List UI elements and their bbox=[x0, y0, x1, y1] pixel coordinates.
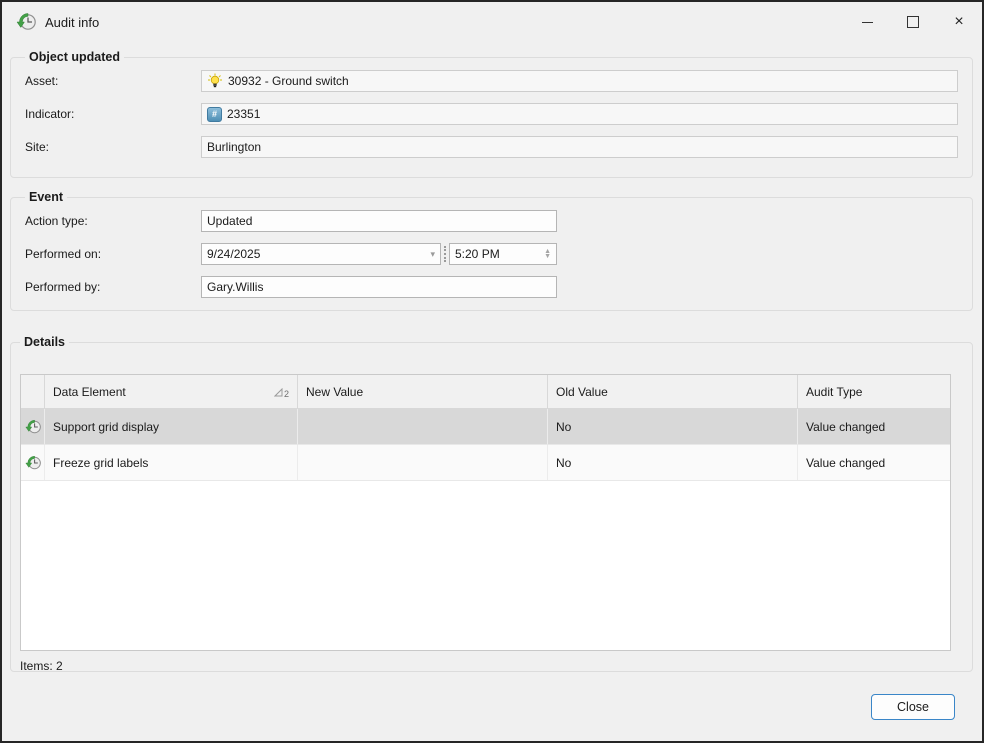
close-button[interactable]: Close bbox=[871, 693, 955, 720]
cell-audit-type: Value changed bbox=[806, 419, 886, 434]
header-audit-type[interactable]: Audit Type bbox=[798, 375, 950, 408]
row-icon-cell bbox=[21, 445, 45, 480]
asset-row: Asset: 30932 - Ground switch bbox=[25, 70, 958, 92]
close-window-button[interactable]: × bbox=[936, 2, 982, 42]
sort-ascending-icon: 2 bbox=[274, 387, 289, 399]
cell-new-value bbox=[298, 409, 548, 444]
audit-clock-icon bbox=[24, 455, 41, 469]
cell-audit-type: Value changed bbox=[806, 455, 886, 470]
dialog-footer: Close bbox=[2, 672, 982, 741]
site-field[interactable]: Burlington bbox=[201, 136, 958, 158]
performed-on-time-value: 5:20 PM bbox=[455, 247, 500, 261]
time-spinner[interactable]: ▲ ▼ bbox=[544, 248, 551, 260]
audit-clock-icon bbox=[24, 419, 41, 433]
sort-order-badge: 2 bbox=[283, 388, 289, 399]
header-new-value[interactable]: New Value bbox=[298, 375, 548, 408]
performed-on-row: Performed on: 9/24/2025 ▾ 5:20 PM ▲ ▼ bbox=[25, 243, 958, 265]
audit-info-dialog: Audit info × Object updated Asset: 30932… bbox=[0, 0, 984, 743]
table-row[interactable]: Freeze grid labels No Value changed bbox=[21, 445, 950, 481]
audit-clock-icon bbox=[16, 12, 36, 30]
object-updated-group: Object updated Asset: 30932 - Ground swi… bbox=[10, 50, 973, 178]
indicator-row: Indicator: # 23351 bbox=[25, 103, 958, 125]
site-row: Site: Burlington bbox=[25, 136, 958, 158]
performed-by-value: Gary.Willis bbox=[207, 280, 264, 294]
indicator-field[interactable]: # 23351 bbox=[201, 103, 958, 125]
event-group: Event Action type: Updated Performed on:… bbox=[10, 190, 973, 311]
row-icon-cell bbox=[21, 409, 45, 444]
cell-data-element: Support grid display bbox=[45, 409, 298, 444]
minimize-icon bbox=[861, 21, 873, 23]
details-legend: Details bbox=[24, 335, 65, 349]
performed-on-time-field[interactable]: 5:20 PM ▲ ▼ bbox=[449, 243, 557, 265]
site-value: Burlington bbox=[207, 140, 262, 154]
window-controls: × bbox=[844, 2, 982, 42]
asset-value: 30932 - Ground switch bbox=[228, 74, 349, 88]
details-grid: Data Element 2 New Value Old Value Audit… bbox=[20, 374, 951, 651]
close-icon: × bbox=[954, 13, 964, 30]
cell-old-value: No bbox=[548, 409, 798, 444]
maximize-icon bbox=[907, 16, 919, 28]
performed-on-date-field[interactable]: 9/24/2025 ▾ bbox=[201, 243, 441, 265]
event-legend: Event bbox=[29, 190, 64, 204]
header-data-element[interactable]: Data Element 2 bbox=[45, 375, 298, 408]
cell-old-value: No bbox=[548, 445, 798, 480]
action-type-row: Action type: Updated bbox=[25, 210, 958, 232]
items-count: Items: 2 bbox=[20, 659, 63, 673]
performed-on-date-value: 9/24/2025 bbox=[207, 247, 261, 261]
date-dropdown-icon[interactable]: ▾ bbox=[430, 249, 435, 260]
site-label: Site: bbox=[25, 140, 50, 154]
action-type-label: Action type: bbox=[25, 214, 88, 228]
minimize-button[interactable] bbox=[844, 2, 890, 42]
action-type-value: Updated bbox=[207, 214, 253, 228]
asset-label: Asset: bbox=[25, 74, 59, 88]
performed-by-row: Performed by: Gary.Willis bbox=[25, 276, 958, 298]
titlebar: Audit info × bbox=[2, 2, 982, 42]
indicator-label: Indicator: bbox=[25, 107, 75, 121]
hash-badge-icon: # bbox=[207, 106, 222, 122]
header-old-value[interactable]: Old Value bbox=[548, 375, 798, 408]
cell-data-element: Freeze grid labels bbox=[45, 445, 298, 480]
table-row[interactable]: Support grid display No Value changed bbox=[21, 409, 950, 445]
grid-header: Data Element 2 New Value Old Value Audit… bbox=[21, 375, 950, 409]
performed-by-label: Performed by: bbox=[25, 280, 101, 294]
object-updated-legend: Object updated bbox=[29, 50, 120, 64]
details-group: Details Data Element 2 New Value Old Val… bbox=[10, 335, 973, 673]
date-time-divider bbox=[444, 246, 446, 262]
header-icon-column bbox=[21, 375, 45, 408]
performed-by-field[interactable]: Gary.Willis bbox=[201, 276, 557, 298]
asset-field[interactable]: 30932 - Ground switch bbox=[201, 70, 958, 92]
indicator-value: 23351 bbox=[227, 107, 261, 121]
window-title: Audit info bbox=[45, 14, 100, 30]
performed-on-label: Performed on: bbox=[25, 247, 102, 261]
spinner-down-icon[interactable]: ▼ bbox=[544, 253, 551, 260]
action-type-field[interactable]: Updated bbox=[201, 210, 557, 232]
cell-new-value bbox=[298, 445, 548, 480]
maximize-button[interactable] bbox=[890, 2, 936, 42]
lightbulb-icon bbox=[207, 73, 223, 88]
